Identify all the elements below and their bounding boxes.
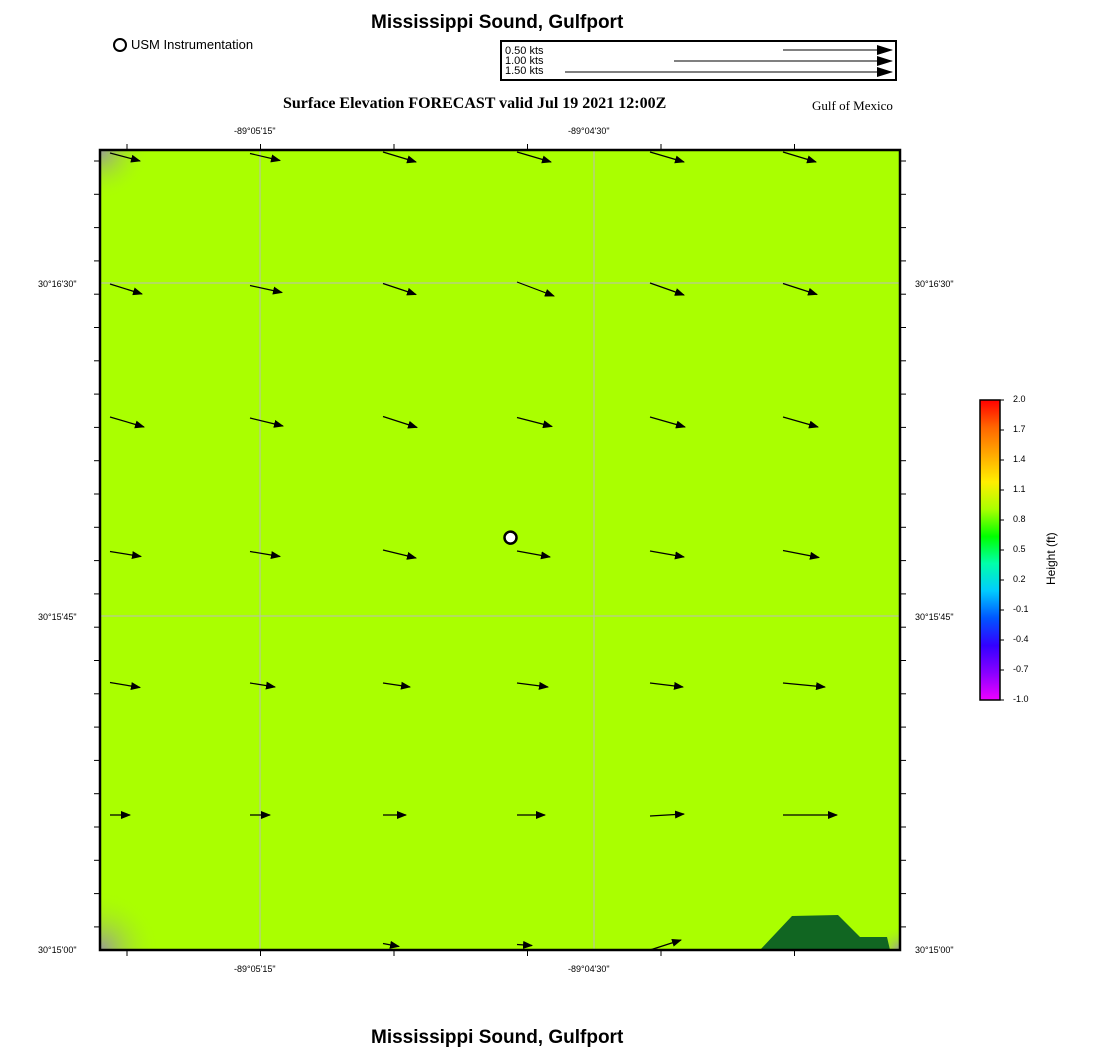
region-label: Gulf of Mexico bbox=[812, 98, 893, 113]
map-plot bbox=[94, 144, 906, 956]
colorbar-tick-label: -0.7 bbox=[1013, 664, 1029, 674]
colorbar-tick-label: -0.1 bbox=[1013, 604, 1029, 614]
map-title: Mississippi Sound, Gulfport bbox=[371, 12, 624, 33]
y-tick-left-1: 30°16'30" bbox=[38, 279, 77, 289]
station-legend: USM Instrumentation bbox=[113, 37, 253, 52]
colorbar-tick-label: 2.0 bbox=[1013, 394, 1026, 404]
x-tick-top-2: -89°04'30" bbox=[568, 126, 610, 136]
x-tick-bottom-1: -89°05'15" bbox=[234, 964, 276, 974]
footer-title: Mississippi Sound, Gulfport bbox=[371, 1027, 624, 1048]
y-tick-right-3: 30°15'00" bbox=[915, 945, 954, 955]
y-tick-right-2: 30°15'45" bbox=[915, 612, 954, 622]
colorbar-title: Height (ft) bbox=[1044, 532, 1058, 585]
x-tick-top-1: -89°05'15" bbox=[234, 126, 276, 136]
colorbar-tick-label: -0.4 bbox=[1013, 634, 1029, 644]
vector-scale-key: 0.50 kts 1.00 kts 1.50 kts bbox=[500, 40, 897, 81]
station-legend-label: USM Instrumentation bbox=[131, 37, 254, 52]
colorbar-tick-label: 1.4 bbox=[1013, 454, 1026, 464]
colorbar-tick-label: 0.2 bbox=[1013, 574, 1026, 584]
y-tick-left-3: 30°15'00" bbox=[38, 945, 77, 955]
colorbar-tick-label: 1.1 bbox=[1013, 484, 1026, 494]
x-tick-bottom-2: -89°04'30" bbox=[568, 964, 610, 974]
colorbar-tick-label: 1.7 bbox=[1013, 424, 1026, 434]
colorbar bbox=[979, 399, 1004, 701]
y-tick-right-1: 30°16'30" bbox=[915, 279, 954, 289]
colorbar-tick-label: 0.8 bbox=[1013, 514, 1026, 524]
colorbar-tick-label: 0.5 bbox=[1013, 544, 1026, 554]
colorbar-tick-label: -1.0 bbox=[1013, 694, 1029, 704]
usm-station-marker[interactable] bbox=[503, 530, 518, 545]
y-tick-left-2: 30°15'45" bbox=[38, 612, 77, 622]
vector-key-arrows bbox=[565, 45, 893, 77]
forecast-subtitle: Surface Elevation FORECAST valid Jul 19 … bbox=[283, 95, 667, 112]
colorbar-labels: 2.0 1.7 1.4 1.1 0.8 0.5 0.2 -0.1 -0.4 -0.7 -1.0 bbox=[1005, 394, 1045, 707]
station-marker-icon bbox=[113, 37, 127, 52]
